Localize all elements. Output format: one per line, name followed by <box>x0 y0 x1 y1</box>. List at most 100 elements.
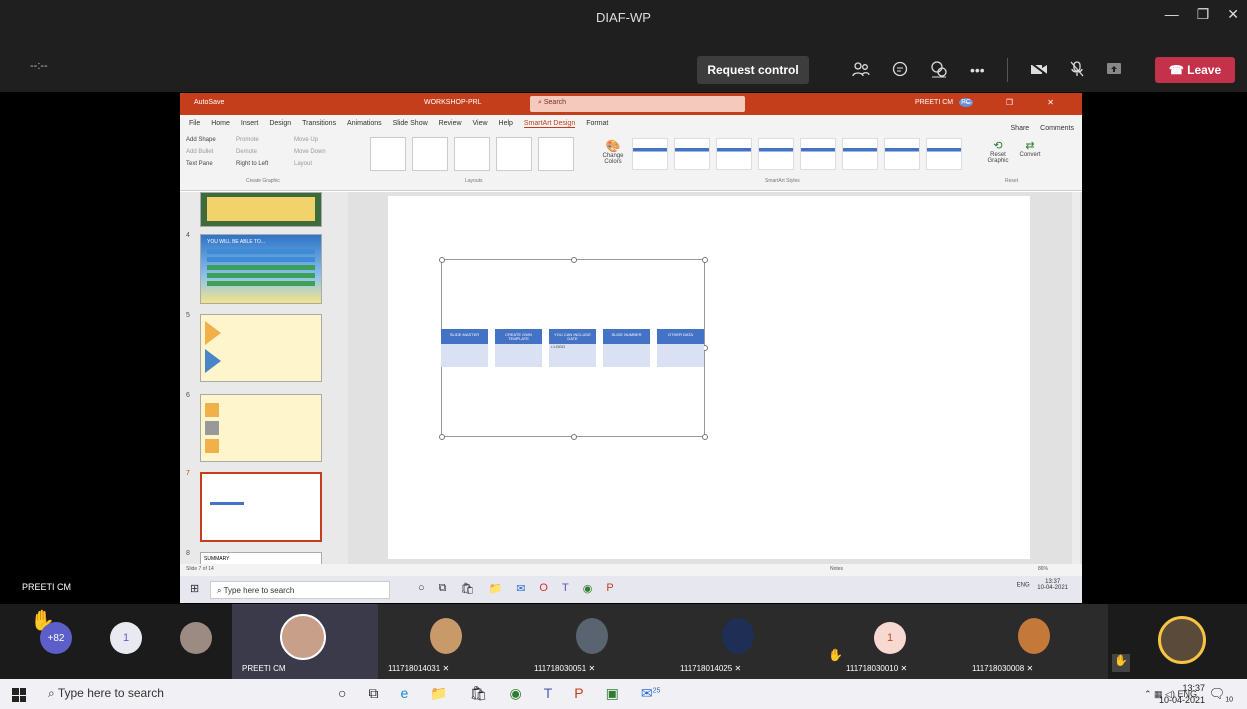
tab-smartart-design[interactable]: SmartArt Design <box>523 120 576 128</box>
tab-review[interactable]: Review <box>439 120 462 127</box>
notes-button[interactable]: Notes <box>830 566 843 572</box>
slide-thumb-3[interactable] <box>200 192 322 227</box>
layout-thumb-4[interactable] <box>496 137 532 171</box>
smartart-item-include-date[interactable]: YOU CAN INCLUDE DATE • LOGO <box>549 329 596 367</box>
leave-button[interactable]: ☎ Leave <box>1155 57 1235 83</box>
opera-icon[interactable]: O <box>539 582 548 595</box>
close-icon[interactable]: ✕ <box>1227 6 1239 23</box>
tab-format[interactable]: Format <box>586 120 608 127</box>
participant-tile[interactable]: 111718030008 ✕ <box>962 604 1108 679</box>
style-thumb-7[interactable] <box>884 138 920 170</box>
mail-icon[interactable]: ✉ <box>516 582 525 595</box>
slide-scrollbar[interactable] <box>1072 192 1080 564</box>
restore-icon[interactable]: ❐ <box>1197 6 1210 23</box>
request-control-button[interactable]: Request control <box>697 56 809 84</box>
tab-help[interactable]: Help <box>499 120 513 127</box>
participant-tile[interactable]: ✋ 1 111718030010 ✕ <box>816 604 962 679</box>
comments-button[interactable]: Comments <box>1040 125 1074 132</box>
add-shape-button[interactable]: Add Shape <box>186 137 216 143</box>
current-slide[interactable]: SLIDE MASTER CREATE OWN TEMPLATE YOU CAN… <box>388 196 1030 559</box>
people-icon[interactable] <box>852 61 870 80</box>
add-bullet-button[interactable]: Add Bullet <box>186 149 213 155</box>
text-pane-button[interactable]: Text Pane <box>186 161 213 167</box>
participant-tile[interactable]: 111718014025 ✕ <box>670 604 816 679</box>
style-thumb-8[interactable] <box>926 138 962 170</box>
ppt-search-box[interactable]: ⌕ Search <box>530 96 745 112</box>
style-thumb-5[interactable] <box>800 138 836 170</box>
windows-start-icon[interactable] <box>12 688 26 702</box>
style-thumb-4[interactable] <box>758 138 794 170</box>
task-view-icon[interactable]: ⧉ <box>439 582 447 595</box>
layout-thumb-3[interactable] <box>454 137 490 171</box>
resize-handle[interactable] <box>702 257 708 263</box>
shared-search-box[interactable]: ⌕ Type here to search <box>210 581 390 599</box>
store-icon[interactable]: 🛍 <box>461 582 475 595</box>
tab-design[interactable]: Design <box>269 120 291 127</box>
tab-insert[interactable]: Insert <box>241 120 259 127</box>
zoom-level[interactable]: 86% <box>1038 566 1048 572</box>
smartart-item-slide-number[interactable]: SLIDE NUMBER <box>603 329 650 367</box>
style-thumb-3[interactable] <box>716 138 752 170</box>
self-avatar[interactable] <box>1158 616 1206 664</box>
mail-icon[interactable]: ✉25 <box>641 685 661 702</box>
powerpoint-icon[interactable]: P <box>606 582 613 595</box>
taskbar-search[interactable]: ⌕ Type here to search <box>48 686 164 701</box>
reset-graphic-button[interactable]: ⟲ Reset Graphic <box>982 139 1014 164</box>
shared-clock[interactable]: 13:37 10-04-2021 <box>1037 579 1068 591</box>
resize-handle[interactable] <box>571 434 577 440</box>
teams-icon[interactable]: T <box>544 685 553 702</box>
cortana-icon[interactable]: ○ <box>418 582 425 595</box>
participant-tile[interactable]: 111718030051 ✕ <box>524 604 670 679</box>
notification-center-icon[interactable]: 🗨10 <box>1209 686 1233 704</box>
tab-home[interactable]: Home <box>211 120 230 127</box>
convert-button[interactable]: ⇄ Convert <box>1014 139 1046 158</box>
demote-button[interactable]: Demote <box>236 149 257 155</box>
move-up-button[interactable]: Move Up <box>294 137 318 143</box>
chrome-icon[interactable]: ◉ <box>509 685 521 702</box>
chat-icon[interactable] <box>892 61 908 80</box>
share-button[interactable]: Share <box>1011 125 1030 132</box>
photos-icon[interactable]: ▣ <box>606 685 619 702</box>
tab-slide-show[interactable]: Slide Show <box>393 120 428 127</box>
slide-thumb-7-selected[interactable] <box>200 472 322 542</box>
participant-tile[interactable]: PREETI CM <box>232 604 378 679</box>
mic-off-icon[interactable] <box>1070 60 1084 80</box>
count-bubble[interactable]: 1 <box>110 622 142 654</box>
resize-handle[interactable] <box>702 434 708 440</box>
tab-file[interactable]: File <box>189 120 200 127</box>
autosave-toggle[interactable]: AutoSave <box>194 99 224 106</box>
layout-thumb-1[interactable] <box>370 137 406 171</box>
chevron-up-icon[interactable]: ⌃ <box>1144 689 1152 699</box>
slide-thumb-4[interactable]: YOU WILL BE ABLE TO... <box>200 234 322 304</box>
smartart-item-other-data[interactable]: OTHER DATA <box>657 329 704 367</box>
resize-handle[interactable] <box>439 434 445 440</box>
cortana-icon[interactable]: ○ <box>338 685 346 702</box>
ppt-window-controls[interactable]: — ❐ ✕ <box>964 98 1070 107</box>
resize-handle[interactable] <box>439 257 445 263</box>
reactions-icon[interactable] <box>930 60 948 81</box>
tab-view[interactable]: View <box>473 120 488 127</box>
style-thumb-6[interactable] <box>842 138 878 170</box>
smartart-item-slide-master[interactable]: SLIDE MASTER <box>441 329 488 367</box>
edge-icon[interactable]: e <box>400 685 408 702</box>
promote-button[interactable]: Promote <box>236 137 259 143</box>
store-icon[interactable]: 🛍 <box>470 685 488 702</box>
slide-thumb-6[interactable] <box>200 394 322 462</box>
more-icon[interactable]: ••• <box>970 62 985 78</box>
file-explorer-icon[interactable]: 📁 <box>488 582 502 595</box>
chrome-icon[interactable]: ◉ <box>583 582 593 595</box>
participant-tile[interactable]: 111718014031 ✕ <box>378 604 524 679</box>
powerpoint-icon[interactable]: P <box>574 685 583 702</box>
style-thumb-1[interactable] <box>632 138 668 170</box>
move-down-button[interactable]: Move Down <box>294 149 326 155</box>
smartart-item-create-own-template[interactable]: CREATE OWN TEMPLATE <box>495 329 542 367</box>
layout-thumb-2[interactable] <box>412 137 448 171</box>
taskbar-clock[interactable]: 13:37 10-04-2021 <box>1159 682 1205 706</box>
task-view-icon[interactable]: ⧉ <box>368 685 378 702</box>
right-to-left-button[interactable]: Right to Left <box>236 161 268 167</box>
minimize-icon[interactable]: — <box>1165 6 1179 23</box>
windows-start-icon[interactable]: ⊞ <box>190 582 199 595</box>
layout-button[interactable]: Layout <box>294 161 312 167</box>
overflow-participants-button[interactable]: +82 <box>40 622 72 654</box>
participant-avatar[interactable] <box>180 622 212 654</box>
